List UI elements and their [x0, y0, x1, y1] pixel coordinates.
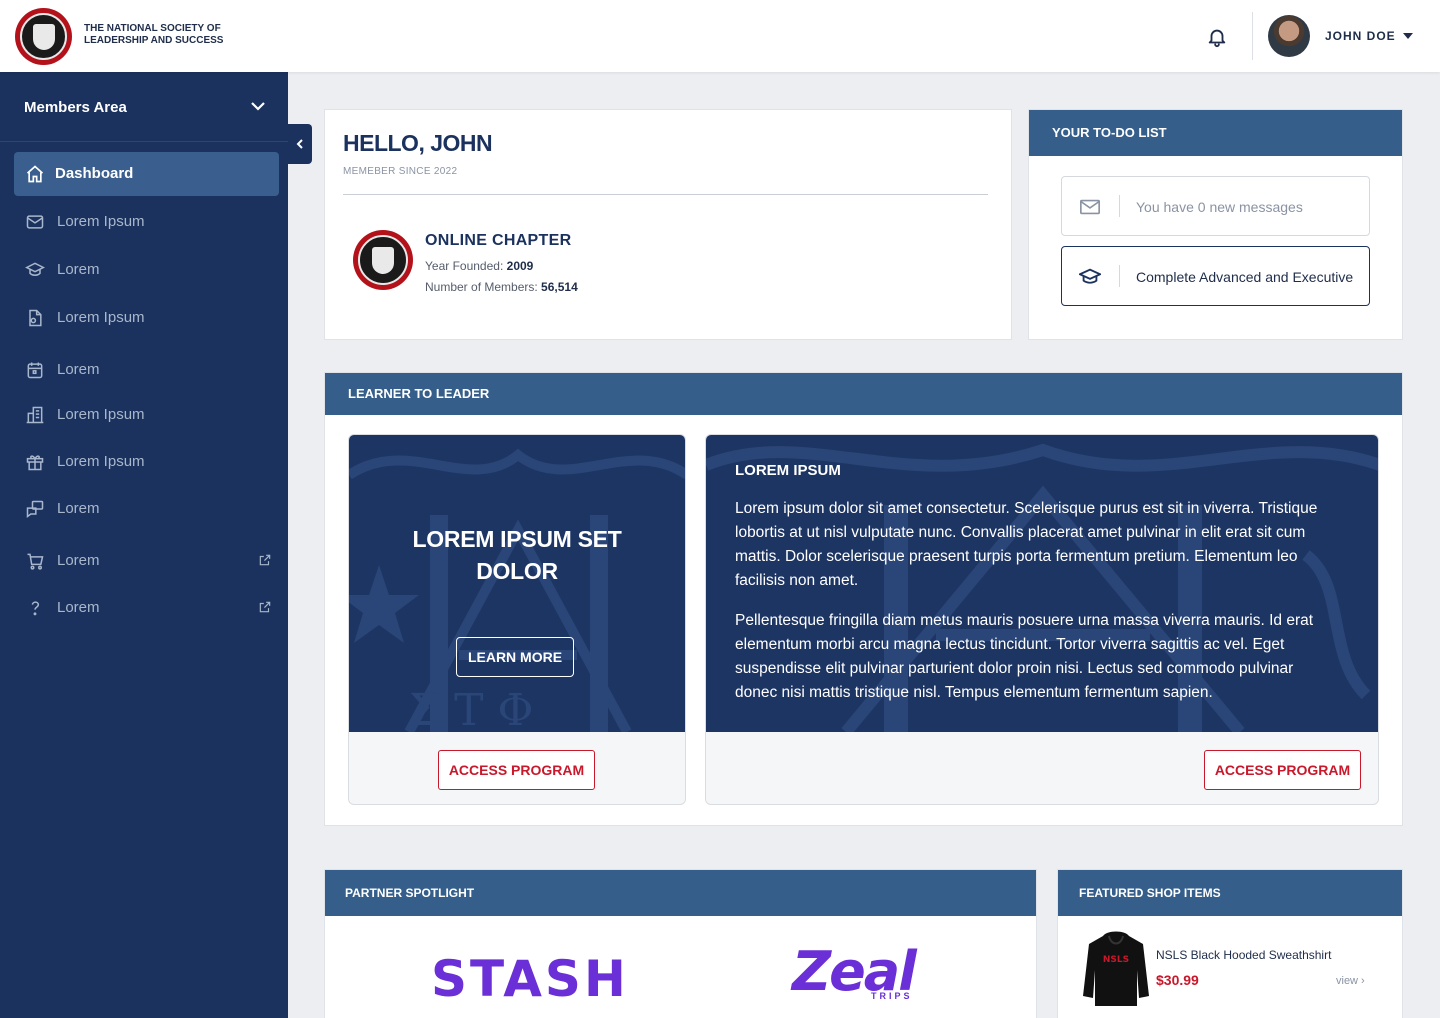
calendar-icon: [27, 362, 43, 379]
promo-hero: Σ T Φ LOREM IPSUM SET DOLOR LEARN MORE: [349, 435, 685, 732]
todo-item-text: You have 0 new messages: [1136, 199, 1303, 215]
detail-paragraph-1: Lorem ipsum dolor sit amet consectetur. …: [735, 500, 1318, 589]
sidebar-item-label: Lorem Ipsum: [57, 309, 145, 326]
member-count: Number of Members: 56,514: [425, 280, 578, 294]
detail-hero: LOREM IPSUM Lorem ipsum dolor sit amet c…: [706, 435, 1378, 732]
access-program-button[interactable]: ACCESS PROGRAM: [1204, 750, 1361, 790]
detail-heading: LOREM IPSUM: [735, 462, 841, 479]
chapter-name: ONLINE CHAPTER: [425, 232, 572, 249]
todo-title: YOUR TO-DO LIST: [1029, 110, 1402, 156]
chat-icon: [26, 500, 44, 518]
nsls-logo-seal[interactable]: [15, 8, 72, 65]
sidebar-item-label: Lorem: [57, 599, 100, 616]
external-link-icon: [259, 554, 271, 566]
member-count-label: Number of Members:: [425, 280, 538, 294]
learn-more-button[interactable]: LEARN MORE: [456, 637, 574, 677]
welcome-card: HELLO, JOHN MEMEBER SINCE 2022 ONLINE CH…: [324, 109, 1012, 340]
sidebar-item-label: Lorem: [57, 361, 100, 378]
todo-item-course[interactable]: Complete Advanced and Executive: [1061, 246, 1370, 306]
graduation-cap-icon: [25, 262, 45, 276]
separator: [1119, 195, 1120, 217]
divider: [343, 194, 988, 195]
help-icon: [31, 601, 40, 616]
home-icon: [26, 165, 44, 183]
program-detail-card: LOREM IPSUM Lorem ipsum dolor sit amet c…: [705, 434, 1379, 805]
chapter-seal-logo: [353, 230, 413, 290]
sidebar-item-label: Lorem: [57, 261, 100, 278]
members-area-toggle[interactable]: Members Area: [0, 72, 288, 142]
user-avatar[interactable]: [1268, 15, 1310, 57]
notification-bell-icon[interactable]: [1206, 26, 1228, 48]
featured-shop-title: FEATURED SHOP ITEMS: [1058, 870, 1402, 916]
sidebar-item-label: Lorem Ipsum: [57, 406, 145, 423]
mail-icon: [26, 215, 44, 229]
shop-item-name[interactable]: NSLS Black Hooded Sweathshirt: [1156, 948, 1331, 962]
promo-card: Σ T Φ LOREM IPSUM SET DOLOR LEARN MORE A…: [348, 434, 686, 805]
building-icon: [26, 406, 44, 424]
promo-title-line1: LOREM IPSUM SET: [412, 526, 622, 552]
sidebar-item-store[interactable]: Lorem: [14, 539, 279, 583]
header-divider: [1252, 12, 1253, 60]
promo-title-line2: DOLOR: [476, 558, 558, 584]
svg-text:Σ T Φ: Σ T Φ: [409, 685, 534, 732]
sidebar: Members Area Dashboard Lorem Ipsum Lorem…: [0, 72, 288, 1018]
todo-item-text: Complete Advanced and Executive: [1136, 269, 1354, 285]
sidebar-item-documents[interactable]: Lorem Ipsum: [14, 296, 279, 340]
sidebar-item-label: Lorem Ipsum: [57, 453, 145, 470]
featured-shop-panel: FEATURED SHOP ITEMS NSLS NSLS Black Hood…: [1057, 869, 1403, 1018]
document-icon: [29, 309, 42, 327]
chevron-left-icon: [296, 139, 303, 149]
chevron-down-icon: [251, 102, 265, 111]
sidebar-item-dashboard[interactable]: Dashboard: [14, 152, 279, 196]
partner-spotlight-panel: PARTNER SPOTLIGHT STASH Zeal TRIPS: [324, 869, 1037, 1018]
sidebar-item-calendar[interactable]: Lorem: [14, 348, 279, 392]
hoodie-product-image[interactable]: NSLS: [1081, 930, 1151, 1010]
shop-item-view-link[interactable]: view ›: [1336, 975, 1365, 987]
cart-icon: [27, 553, 44, 570]
year-founded-label: Year Founded:: [425, 259, 504, 273]
external-link-icon: [259, 601, 271, 613]
sidebar-item-label: Lorem: [57, 500, 100, 517]
zeal-logo-subtext: TRIPS: [871, 991, 913, 1001]
brand-name[interactable]: THE NATIONAL SOCIETY OF LEADERSHIP AND S…: [84, 23, 234, 47]
brand-name-line2: LEADERSHIP AND SUCCESS: [84, 35, 224, 46]
sidebar-item-help[interactable]: Lorem: [14, 586, 279, 630]
graduation-cap-icon: [1079, 268, 1101, 284]
member-since: MEMEBER SINCE 2022: [343, 166, 458, 177]
detail-paragraph-2: Pellentesque fringilla diam metus mauris…: [735, 612, 1314, 701]
sidebar-item-label: Lorem Ipsum: [57, 213, 145, 230]
access-program-button[interactable]: ACCESS PROGRAM: [438, 750, 595, 790]
brand-name-line1: THE NATIONAL SOCIETY OF: [84, 23, 221, 34]
todo-card: YOUR TO-DO LIST You have 0 new messages …: [1028, 109, 1403, 340]
sidebar-item-community[interactable]: Lorem: [14, 487, 279, 531]
separator: [1119, 265, 1120, 287]
learner-to-leader-panel: LEARNER TO LEADER Σ T Φ LOREM IPSUM SET …: [324, 372, 1403, 826]
promo-title: LOREM IPSUM SET DOLOR: [349, 523, 685, 587]
gift-icon: [26, 455, 44, 471]
year-founded: Year Founded: 2009: [425, 259, 533, 273]
sidebar-item-label: Lorem: [57, 552, 100, 569]
shop-item-price: $30.99: [1156, 972, 1199, 988]
user-menu-chevron-down-icon[interactable]: [1403, 33, 1413, 39]
greeting-title: HELLO, JOHN: [343, 130, 493, 156]
sidebar-item-label: Dashboard: [55, 165, 134, 182]
top-header: THE NATIONAL SOCIETY OF LEADERSHIP AND S…: [0, 0, 1440, 72]
envelope-icon: [1080, 199, 1100, 215]
year-founded-value: 2009: [506, 259, 534, 273]
sidebar-item-rewards[interactable]: Lorem Ipsum: [14, 440, 279, 484]
user-name[interactable]: JOHN DOE: [1325, 29, 1396, 43]
hoodie-print-text: NSLS: [1103, 955, 1129, 965]
todo-item-messages[interactable]: You have 0 new messages: [1061, 176, 1370, 236]
members-area-title: Members Area: [24, 99, 127, 116]
sidebar-item-organizations[interactable]: Lorem Ipsum: [14, 393, 279, 437]
learner-to-leader-title: LEARNER TO LEADER: [325, 373, 1402, 415]
sidebar-item-courses[interactable]: Lorem: [14, 248, 279, 292]
sidebar-collapse-button[interactable]: [288, 124, 312, 164]
member-count-value: 56,514: [541, 280, 578, 294]
stash-partner-logo[interactable]: STASH: [431, 950, 629, 1008]
sidebar-item-messages[interactable]: Lorem Ipsum: [14, 200, 279, 244]
partner-spotlight-title: PARTNER SPOTLIGHT: [325, 870, 1036, 916]
